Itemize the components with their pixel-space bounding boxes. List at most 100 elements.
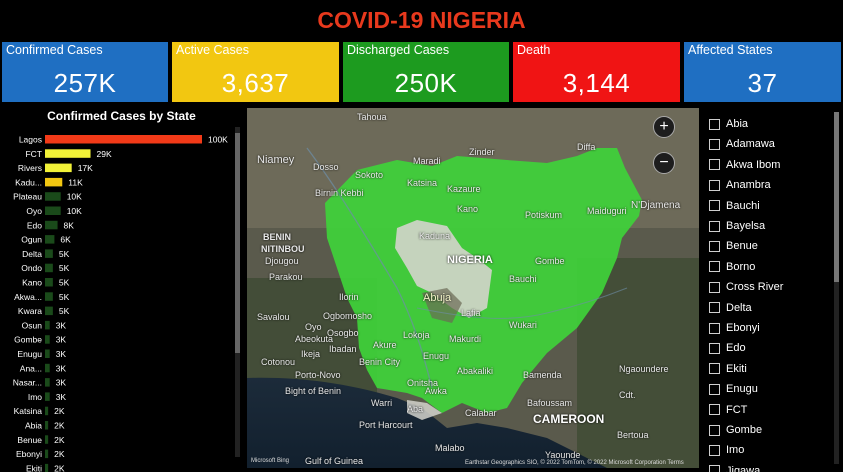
map-attribution[interactable]: Earthstar Geographics SIO, © 2022 TomTom…	[465, 460, 684, 466]
map-label: Parakou	[269, 272, 303, 282]
slicer-item[interactable]: Ekiti	[709, 359, 747, 379]
map-label: Yaounde	[545, 450, 581, 460]
bar[interactable]	[45, 206, 61, 216]
checkbox[interactable]	[709, 342, 720, 354]
checkbox[interactable]	[709, 281, 720, 293]
checkbox[interactable]	[709, 159, 720, 171]
data-label: 3K	[56, 392, 67, 402]
category-label: Katsina	[14, 406, 43, 416]
checkbox[interactable]	[709, 261, 720, 273]
checkbox[interactable]	[709, 118, 720, 130]
slicer-item[interactable]: Edo	[709, 338, 746, 358]
bar[interactable]	[45, 135, 202, 144]
bar[interactable]	[45, 435, 49, 444]
slicer-item[interactable]: Bauchi	[709, 196, 760, 216]
map-label: Potiskum	[525, 210, 563, 220]
bar[interactable]	[45, 177, 63, 187]
checkbox[interactable]	[709, 424, 720, 436]
checkbox[interactable]	[709, 363, 720, 375]
zoom-out-button[interactable]: −	[653, 152, 675, 174]
checkbox[interactable]	[709, 322, 720, 334]
bar[interactable]	[45, 363, 50, 373]
slicer-item[interactable]: Akwa Ibom	[709, 155, 780, 175]
bar[interactable]	[45, 149, 91, 158]
data-label: 3K	[56, 320, 67, 330]
confirmed-by-state-chart[interactable]: Lagos 100K FCT 29K Rivers 17K Kadu... 11K Platea…	[0, 107, 232, 472]
checkbox[interactable]	[709, 138, 720, 150]
state-slicer: Abia Adamawa Akwa Ibom Anambra Bauchi Bayelsa…	[703, 108, 843, 472]
bar[interactable]	[45, 421, 49, 430]
slicer-item[interactable]: Adamawa	[709, 134, 775, 154]
bar[interactable]	[45, 406, 49, 416]
bar[interactable]	[45, 449, 49, 459]
checkbox[interactable]	[709, 220, 720, 232]
data-label: 2K	[54, 406, 65, 416]
checkbox[interactable]	[709, 465, 720, 472]
bar[interactable]	[45, 306, 53, 316]
bar[interactable]	[45, 320, 50, 330]
category-label: Enugu	[17, 349, 42, 359]
slicer-item[interactable]: Gombe	[709, 420, 762, 440]
map-label: Ogbomosho	[323, 311, 373, 321]
map-label: N'Djamena	[631, 200, 681, 211]
slicer-item[interactable]: Bayelsa	[709, 216, 765, 236]
slicer-item[interactable]: Benue	[709, 236, 758, 256]
bar[interactable]	[45, 163, 72, 173]
card-affected-states[interactable]: Affected States 37	[682, 40, 843, 104]
bar[interactable]	[45, 378, 50, 387]
category-label: Imo	[28, 392, 42, 402]
checkbox[interactable]	[709, 444, 720, 456]
card-confirmed[interactable]: Confirmed Cases 257K	[0, 40, 170, 104]
checkbox[interactable]	[709, 383, 720, 395]
slicer-item[interactable]: Borno	[709, 257, 755, 277]
slicer-item[interactable]: Abia	[709, 114, 748, 134]
checkbox[interactable]	[709, 302, 720, 314]
bar[interactable]	[45, 278, 53, 287]
map-label: Benin City	[359, 357, 401, 367]
chart-scrollbar[interactable]	[235, 127, 240, 457]
slicer-item[interactable]: Jigawa	[709, 461, 760, 472]
bar[interactable]	[45, 249, 53, 258]
card-discharged[interactable]: Discharged Cases 250K	[341, 40, 511, 104]
slicer-item[interactable]: Imo	[709, 440, 744, 460]
slicer-item[interactable]: Enugu	[709, 379, 758, 399]
map-label: Ngaoundere	[619, 364, 669, 374]
slicer-item[interactable]: Anambra	[709, 175, 771, 195]
zoom-in-button[interactable]: +	[653, 116, 675, 138]
card-active[interactable]: Active Cases 3,637	[170, 40, 341, 104]
category-label: Abia	[25, 421, 42, 431]
slicer-item[interactable]: Ebonyi	[709, 318, 760, 338]
slicer-item-label: Bayelsa	[726, 220, 766, 232]
slicer-item[interactable]: Delta	[709, 298, 752, 318]
bar[interactable]	[45, 392, 50, 401]
slicer-scrollbar[interactable]	[834, 112, 839, 464]
checkbox[interactable]	[709, 404, 720, 416]
map-label: Birnin Kebbi	[315, 188, 364, 198]
card-value: 3,144	[562, 68, 631, 98]
card-label: Death	[517, 43, 551, 57]
bar[interactable]	[45, 192, 61, 201]
slicer-item-label: Ekiti	[726, 362, 747, 375]
bar[interactable]	[45, 349, 50, 359]
data-label: 100K	[208, 135, 228, 145]
bar[interactable]	[45, 335, 50, 344]
data-label: 3K	[56, 349, 67, 359]
slicer-item[interactable]: Cross River	[709, 277, 783, 297]
slicer-item-label: Cross River	[726, 281, 784, 294]
bar[interactable]	[45, 292, 53, 301]
category-label: Kano	[22, 278, 42, 288]
slicer-scrollbar-thumb[interactable]	[834, 112, 839, 282]
slicer-item[interactable]: FCT	[709, 400, 747, 420]
card-death[interactable]: Death 3,144	[511, 40, 682, 104]
slicer-item-label: Ebonyi	[726, 322, 760, 334]
bar[interactable]	[45, 235, 55, 244]
checkbox[interactable]	[709, 179, 720, 191]
bar[interactable]	[45, 463, 49, 472]
checkbox[interactable]	[709, 240, 720, 252]
slicer-item-label: FCT	[726, 403, 748, 416]
checkbox[interactable]	[709, 200, 720, 212]
bar[interactable]	[45, 220, 58, 230]
chart-scrollbar-thumb[interactable]	[235, 133, 240, 353]
map-view[interactable]: Tahoua Niamey Dosso Maradi Zinder Diffa …	[247, 108, 699, 468]
bar[interactable]	[45, 263, 53, 273]
